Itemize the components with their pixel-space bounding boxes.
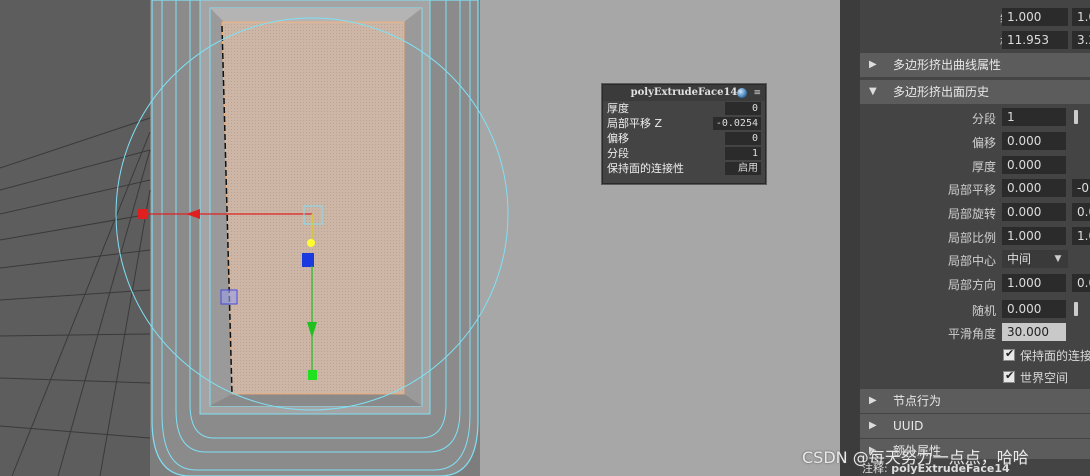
y-axis-handle[interactable]	[308, 370, 317, 380]
local-direction-field-2[interactable]: 0.0	[1072, 274, 1090, 292]
bevel-top	[210, 8, 422, 22]
section-node-behavior[interactable]: ▶ 节点行为	[860, 389, 1090, 413]
local-translate-field-2[interactable]: -0.	[1072, 179, 1090, 197]
in-view-editor-title: polyExtrudeFace14 ≡	[603, 85, 765, 101]
panel-splitter[interactable]	[840, 0, 860, 476]
offset-label: 偏移	[971, 136, 996, 150]
selected-face[interactable]	[221, 21, 405, 395]
divisions-field[interactable]: 1	[1002, 108, 1066, 126]
thickness-value[interactable]: 0	[725, 102, 761, 115]
pivot-field-1[interactable]: 11.953	[1002, 31, 1068, 49]
local-scale-label: 局部比例	[947, 231, 996, 245]
offset-value[interactable]: 0	[725, 132, 761, 145]
bevel-bottom	[210, 394, 422, 406]
sphere-icon[interactable]	[737, 88, 747, 98]
keep-faces-together-value[interactable]: 启用	[725, 162, 761, 175]
x-axis-handle[interactable]	[138, 209, 148, 219]
keep-faces-together-label: 保持面的连接性	[1020, 349, 1090, 363]
local-scale-field-1[interactable]: 1.000	[1002, 227, 1066, 245]
cb-row-local-translate-z[interactable]: 局部平移 Z -0.0254	[603, 116, 765, 131]
cb-row-offset[interactable]: 偏移 0	[603, 131, 765, 146]
triangle-right-icon: ▶	[869, 395, 877, 406]
section-curve-attrs[interactable]: ▶ 多边形挤出曲线属性	[860, 53, 1090, 77]
local-rotate-field-1[interactable]: 0.000	[1002, 203, 1066, 221]
menu-icon[interactable]: ≡	[753, 85, 761, 101]
scale-field-2[interactable]: 1.0	[1072, 8, 1090, 26]
thickness-field[interactable]: 0.000	[1002, 156, 1066, 174]
section-uuid[interactable]: ▶ UUID	[860, 414, 1090, 438]
triangle-down-icon: ▼	[869, 86, 877, 97]
local-direction-label: 局部方向	[947, 278, 996, 292]
y-axis-pivot[interactable]	[307, 239, 315, 247]
keep-faces-together-checkbox[interactable]	[1003, 347, 1015, 361]
z-axis-handle[interactable]	[302, 253, 314, 267]
cb-row-thickness[interactable]: 厚度 0	[603, 101, 765, 116]
scale-field-1[interactable]: 1.000	[1002, 8, 1068, 26]
local-translate-field-1[interactable]: 0.000	[1002, 179, 1066, 197]
smoothing-angle-field[interactable]: 30.000	[1002, 323, 1066, 341]
offset-field[interactable]: 0.000	[1002, 132, 1066, 150]
smoothing-angle-label: 平滑角度	[947, 327, 996, 341]
triangle-right-icon: ▶	[869, 59, 877, 70]
world-space-label: 世界空间	[1020, 371, 1069, 385]
local-scale-field-2[interactable]: 1.0	[1072, 227, 1090, 245]
section-face-history[interactable]: ▼ 多边形挤出面历史	[860, 80, 1090, 104]
thickness-label: 厚度	[971, 160, 996, 174]
watermark: CSDN @每天努力一点点，哈哈	[802, 448, 1029, 467]
local-center-dropdown[interactable]: 中间	[1002, 250, 1048, 268]
divisions-slider[interactable]	[1074, 110, 1078, 124]
local-rotate-field-2[interactable]: 0.0	[1072, 203, 1090, 221]
random-field[interactable]: 0.000	[1002, 300, 1066, 318]
local-direction-field-1[interactable]: 1.000	[1002, 274, 1066, 292]
3d-viewport[interactable]: polyExtrudeFace14 ≡ 厚度 0 局部平移 Z -0.0254 …	[0, 0, 840, 476]
chevron-down-icon[interactable]: ▼	[1048, 250, 1068, 268]
local-translate-label: 局部平移	[947, 183, 996, 197]
viewport-background	[0, 0, 150, 476]
cb-row-keep-faces-together[interactable]: 保持面的连接性 启用	[603, 161, 765, 176]
plane-handle[interactable]	[220, 289, 238, 305]
triangle-right-icon: ▶	[869, 420, 877, 431]
divisions-label: 分段	[971, 112, 996, 126]
node-name: polyExtrudeFace14	[630, 87, 738, 98]
local-rotate-label: 局部旋转	[947, 207, 996, 221]
pivot-field-2[interactable]: 3.2	[1072, 31, 1090, 49]
local-translate-z-value[interactable]: -0.0254	[712, 117, 761, 130]
random-label: 随机	[971, 304, 996, 318]
cb-row-divisions[interactable]: 分段 1	[603, 146, 765, 161]
world-space-checkbox[interactable]	[1003, 369, 1015, 383]
viewport-scene[interactable]	[0, 0, 840, 476]
local-center-label: 局部中心	[947, 254, 996, 268]
random-slider[interactable]	[1074, 302, 1078, 316]
in-view-editor[interactable]: polyExtrudeFace14 ≡ 厚度 0 局部平移 Z -0.0254 …	[602, 84, 766, 184]
divisions-value[interactable]: 1	[725, 147, 761, 160]
